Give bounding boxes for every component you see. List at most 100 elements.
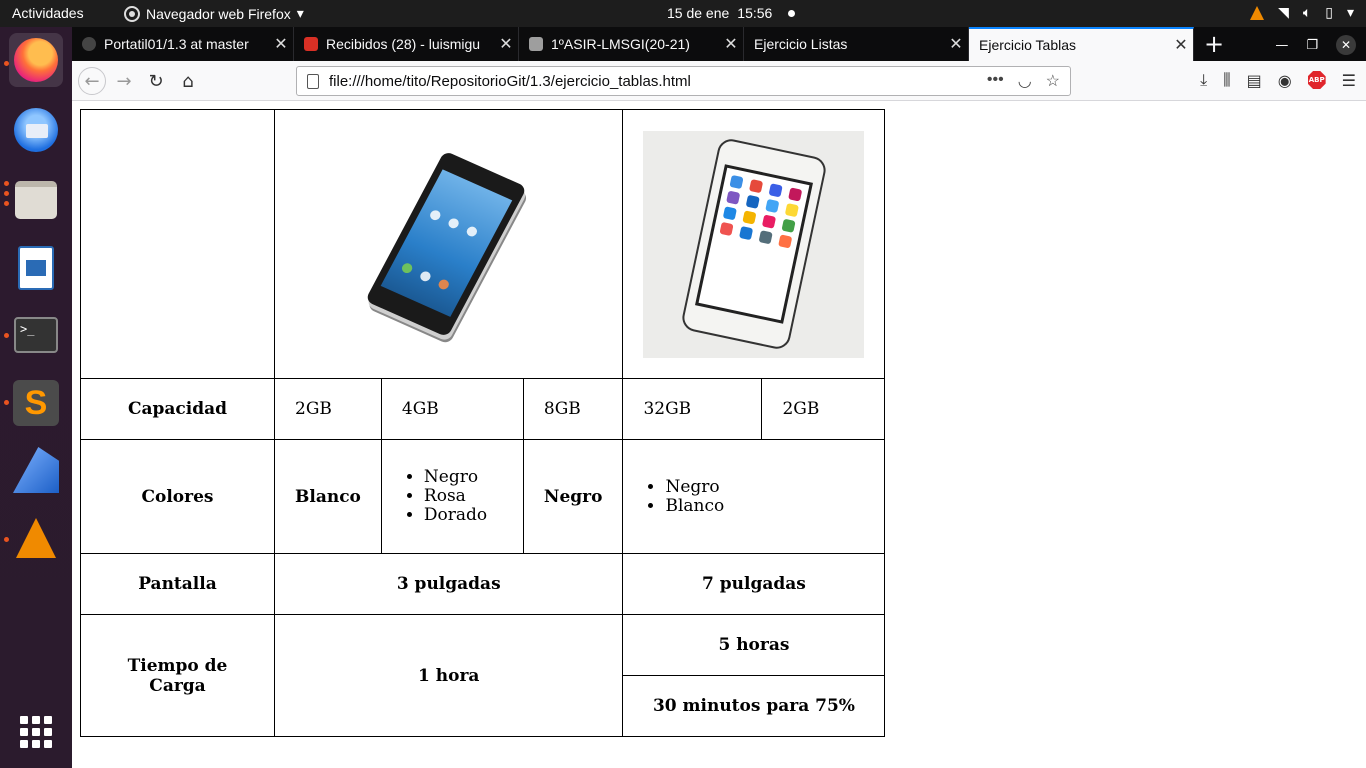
forward-button[interactable]: → [110,67,138,95]
tab-gmail[interactable]: Recibidos (28) - luismigu ✕ [294,27,519,61]
phone1-image-cell [273,109,624,379]
carga-phone2-hours: 5 horas [622,614,886,676]
dock-sublime[interactable]: S [9,376,63,430]
color-list-cell: Negro Blanco [622,439,886,554]
phone2-image [643,130,865,358]
url-bar[interactable]: file:///home/tito/RepositorioGit/1.3/eje… [296,66,1071,96]
firefox-icon [14,38,58,82]
list-item: Rosa [424,487,503,506]
tab-label: Ejercicio Listas [754,36,848,52]
battery-icon[interactable]: ▯ [1325,4,1333,21]
home-button[interactable]: ⌂ [174,67,202,95]
empty-corner-cell [80,109,275,379]
page-icon [307,73,319,89]
files-icon [15,181,57,219]
bookmark-star-icon[interactable]: ☆ [1046,71,1060,91]
activities-button[interactable]: Actividades [12,5,84,21]
writer-icon [18,246,54,290]
dock-firefox[interactable] [9,33,63,87]
classroom-icon [529,37,543,51]
sidebar-icon[interactable]: ▤ [1247,71,1262,90]
close-tab-icon[interactable]: ✕ [719,34,743,54]
minimize-icon[interactable]: — [1275,38,1288,53]
thunderbird-icon [14,108,58,152]
dock-wireshark[interactable] [9,443,63,497]
vlc-tray-icon[interactable] [1250,5,1265,20]
vlc-icon [16,518,56,558]
list-item: Negro [424,468,503,487]
list-item: Dorado [424,506,503,525]
carga-label: Tiempo de Carga [80,614,275,737]
wireshark-icon [13,447,59,493]
navigation-bar: ← → ↻ ⌂ file:///home/tito/RepositorioGit… [72,61,1366,101]
new-tab-button[interactable]: + [1200,30,1228,58]
github-icon [82,37,96,51]
close-tab-icon[interactable]: ✕ [1169,35,1193,55]
pantalla-phone1: 3 pulgadas [273,553,624,615]
tab-github[interactable]: Portatil01/1.3 at master ✕ [72,27,294,61]
sublime-text-icon: S [13,380,59,426]
menu-icon[interactable]: ☰ [1342,71,1356,90]
dock-files[interactable] [9,173,63,227]
clock-date: 15 de ene [667,5,730,21]
clock-time: 15:56 [737,5,773,21]
reload-button[interactable]: ↻ [142,67,170,95]
wifi-icon[interactable]: ◥ [1278,4,1289,21]
adblock-icon[interactable]: ABP [1307,71,1326,89]
dock-vlc[interactable] [9,511,63,565]
volume-icon[interactable]: 🔈︎ [1303,4,1311,21]
library-icon[interactable]: ⫼ [1223,70,1230,90]
window-controls: — ❐ ✕ [1275,35,1356,55]
show-applications-icon[interactable] [20,716,52,748]
toolbar-icons: ⤓ ⫼ ▤ ◉ ABP ☰ [1200,70,1356,90]
clock[interactable]: 15 de ene 15:56 [667,5,796,21]
account-icon[interactable]: ◉ [1278,71,1292,90]
gmail-icon [304,37,318,51]
tab-label: Ejercicio Tablas [979,37,1077,53]
url-text[interactable]: file:///home/tito/RepositorioGit/1.3/eje… [329,73,987,90]
close-tab-icon[interactable]: ✕ [269,34,293,54]
dock-thunderbird[interactable] [9,103,63,157]
phone1-image [364,150,527,338]
capacity-cell: 4GB [380,378,524,440]
pantalla-phone2: 7 pulgadas [622,553,886,615]
dock: >_ S [0,27,72,768]
capacity-cell: 2GB [761,378,886,440]
capacity-cell: 2GB [274,378,382,440]
dock-terminal[interactable]: >_ [9,308,63,362]
notification-dot-icon [788,9,796,17]
tab-ejercicio-listas[interactable]: Ejercicio Listas ✕ [744,27,969,61]
power-menu-chevron-icon[interactable]: ▾ [1347,4,1354,21]
downloads-icon[interactable]: ⤓ [1200,70,1207,90]
carga-phone2-fast: 30 minutos para 75% [622,675,886,737]
color-list-cell: Negro Rosa Dorado [380,439,524,554]
page-actions-icon[interactable]: ••• [987,71,1004,91]
phones-table: Capacidad 2GB 4GB 8GB 32GB 2GB Colores B… [80,109,886,737]
top-bar: Actividades Navegador web Firefox ▾ 15 d… [0,0,1366,27]
phone2-image-cell [622,109,886,379]
pocket-icon[interactable]: ◡ [1018,71,1032,91]
color-list: Negro Blanco [643,477,864,516]
page-content: Capacidad 2GB 4GB 8GB 32GB 2GB Colores B… [72,101,1366,768]
carga-phone1: 1 hora [273,614,624,737]
app-menu[interactable]: Navegador web Firefox ▾ [124,5,304,22]
maximize-icon[interactable]: ❐ [1306,38,1318,53]
tab-label: Portatil01/1.3 at master [104,36,249,52]
app-menu-label: Navegador web Firefox [146,5,291,22]
back-button[interactable]: ← [78,67,106,95]
tab-moodle[interactable]: 1ºASIR-LMSGI(20-21) ✕ [519,27,744,61]
system-tray[interactable]: ◥ 🔈︎ ▯ ▾ [1250,4,1354,21]
terminal-icon: >_ [14,317,58,353]
tab-label: 1ºASIR-LMSGI(20-21) [551,36,690,52]
dock-writer[interactable] [9,241,63,295]
firefox-icon [124,5,140,22]
list-item: Negro [665,477,864,497]
tab-label: Recibidos (28) - luismigu [326,36,481,52]
list-item: Blanco [665,496,864,516]
close-tab-icon[interactable]: ✕ [944,34,968,54]
close-window-icon[interactable]: ✕ [1336,35,1356,55]
tab-ejercicio-tablas[interactable]: Ejercicio Tablas ✕ [969,27,1194,61]
close-tab-icon[interactable]: ✕ [494,34,518,54]
capacidad-label: Capacidad [80,378,275,440]
color-list: Negro Rosa Dorado [402,468,503,525]
